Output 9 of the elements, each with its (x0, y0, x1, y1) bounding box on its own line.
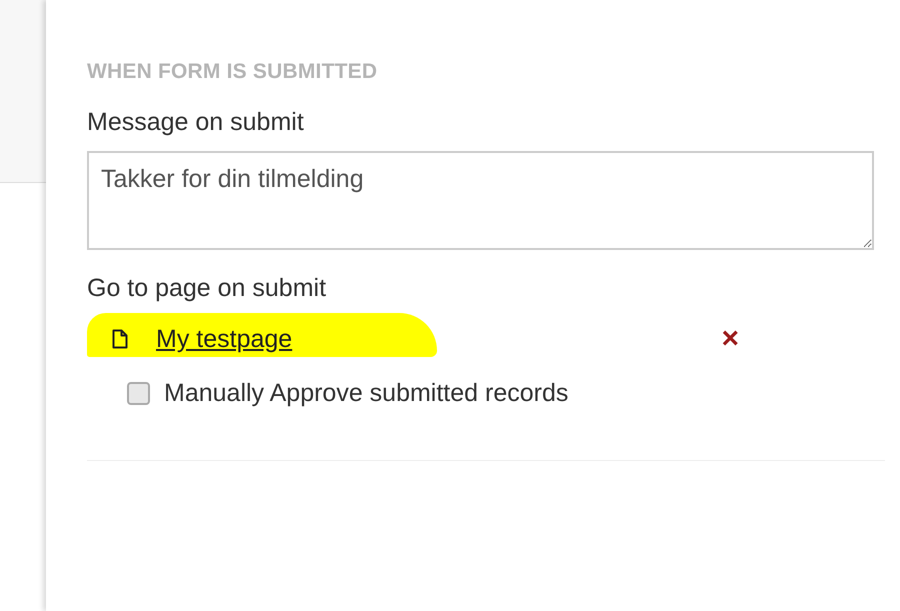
checkbox[interactable] (127, 382, 150, 405)
message-field[interactable]: Takker for din tilmelding (87, 151, 874, 250)
page-link[interactable]: My testpage (156, 324, 292, 354)
remove-button[interactable]: × (721, 322, 739, 356)
section-title: WHEN FORM IS SUBMITTED (87, 60, 378, 84)
field-label: Message on submit (87, 108, 305, 137)
checkbox-label: Manually Approve submitted records (164, 379, 568, 408)
field-label: Go to page on submit (87, 274, 328, 303)
document-icon (112, 329, 128, 349)
